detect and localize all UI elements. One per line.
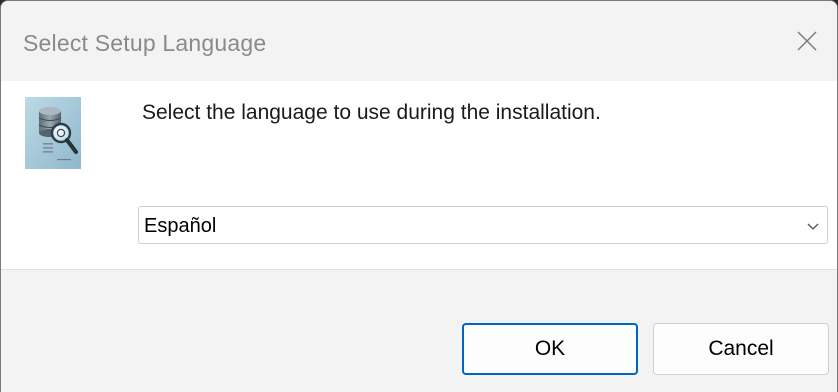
setup-language-dialog: Select Setup Language Select the languag… [0,0,838,392]
language-select-value: Español [144,215,217,237]
close-icon [797,31,817,51]
prompt-text: Select the language to use during the in… [142,101,601,124]
ok-button[interactable]: OK [462,323,638,375]
setup-database-search-icon [25,97,81,169]
cancel-button[interactable]: Cancel [653,323,829,375]
close-button[interactable] [775,1,837,81]
language-select[interactable]: Español [138,206,828,244]
title-bar: Select Setup Language [1,1,837,81]
window-title: Select Setup Language [23,30,267,56]
chevron-down-icon [807,223,819,230]
